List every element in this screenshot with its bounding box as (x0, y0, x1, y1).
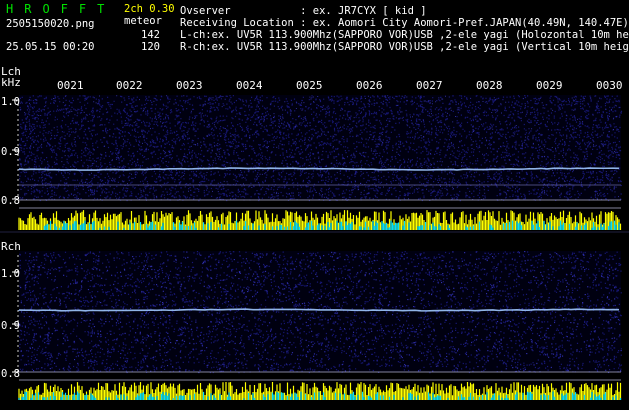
location-line: Receiving Location : ex. Aomori City Aom… (180, 17, 629, 29)
filename-label: 2505150020.png (6, 18, 95, 30)
khz-label: kHz (1, 76, 21, 89)
lch-tick-0-8: 0.8 (1, 195, 20, 207)
spectrogram-canvas (0, 95, 629, 400)
app-logo: HROFFT (6, 2, 116, 16)
lch-tick-1-0: 1.0 (1, 96, 20, 108)
observer-line: Ovserver : ex. JR7CYX [ kid ] (180, 5, 427, 17)
time-label: 0022 (116, 79, 143, 92)
time-label: 0030 (596, 79, 623, 92)
rch-tick-0-9: 0.9 (1, 320, 20, 332)
lch-count: 142 (141, 29, 160, 41)
time-label: 0023 (176, 79, 203, 92)
rch-label: Rch (1, 240, 21, 253)
datetime-label: 25.05.15 00:20 (6, 41, 95, 53)
version-label: 2ch 0.30 (124, 3, 175, 15)
rch-info-line: R-ch:ex. UV5R 113.900Mhz(SAPPORO VOR)USB… (180, 41, 629, 53)
lch-level-meter-cyan (43, 220, 620, 230)
lch-info-line: L-ch:ex. UV5R 113.900Mhz(SAPPORO VOR)USB… (180, 29, 629, 41)
rch-count: 120 (141, 41, 160, 53)
rch-tick-0-8: 0.8 (1, 368, 20, 380)
lch-tick-0-9: 0.9 (1, 146, 20, 158)
time-label: 0029 (536, 79, 563, 92)
time-label: 0025 (296, 79, 323, 92)
mode-label: meteor (124, 15, 162, 27)
time-label: 0028 (476, 79, 503, 92)
lch-spectrogram-bg (19, 95, 621, 200)
rch-tick-1-0: 1.0 (1, 268, 20, 280)
time-label: 0027 (416, 79, 443, 92)
time-label: 0021 (57, 79, 84, 92)
time-label: 0024 (236, 79, 263, 92)
time-label: 0026 (356, 79, 383, 92)
